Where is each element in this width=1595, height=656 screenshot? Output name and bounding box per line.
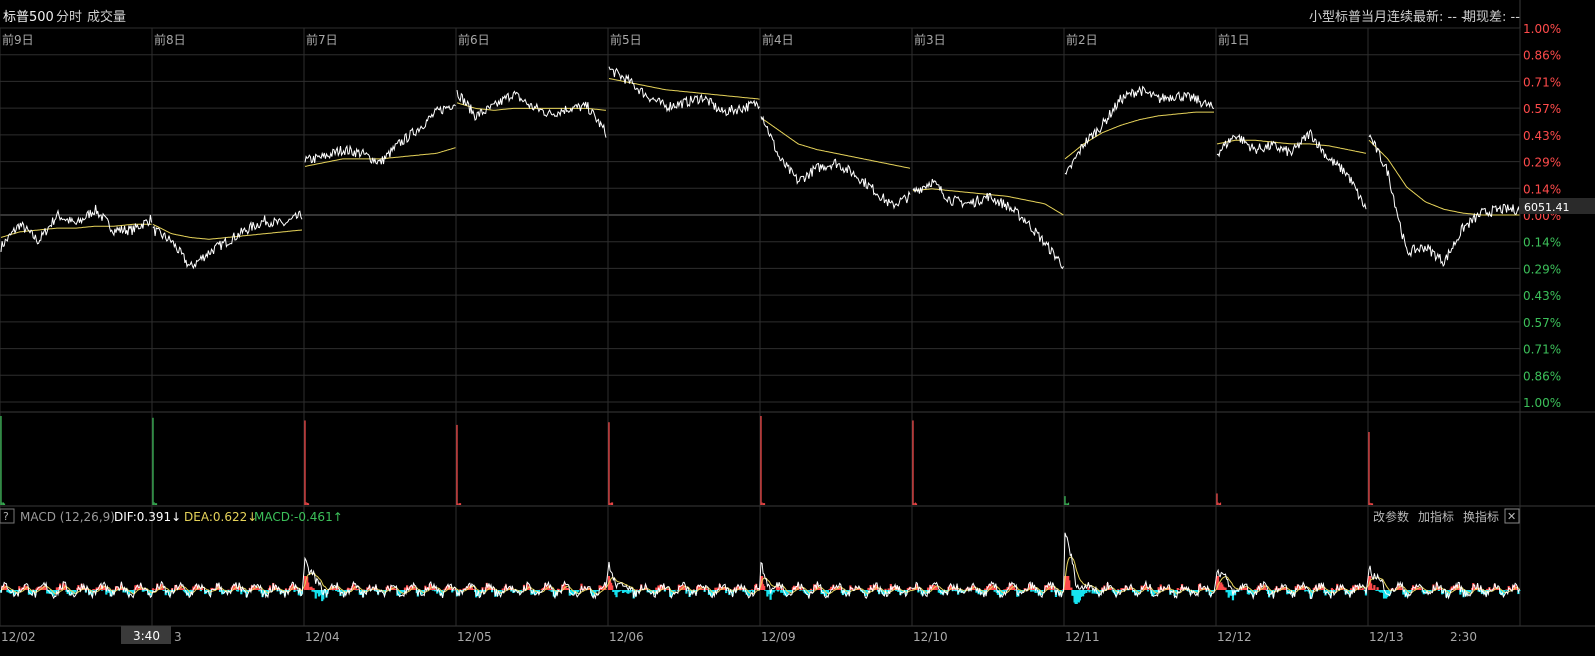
y-tick-label: 0.86%: [1523, 49, 1561, 63]
price-line: [1064, 85, 1215, 175]
y-tick-label: 1.00%: [1523, 22, 1561, 36]
y-tick-label: 1.00%: [1523, 396, 1561, 410]
average-line: [1216, 139, 1367, 154]
day-labels: 前9日 前8日 前7日 前6日 前5日 前4日 前3日 前2日 前1日: [2, 32, 1250, 47]
y-tick-label: 0.57%: [1523, 316, 1561, 330]
average-line: [152, 223, 303, 240]
y-tick-label: 0.29%: [1523, 262, 1561, 276]
macd-help-icon[interactable]: ?: [3, 510, 9, 523]
y-tick-label: 0.14%: [1523, 182, 1561, 196]
day-label: 前5日: [610, 32, 642, 47]
day-label: 前1日: [1218, 32, 1250, 47]
y-tick-label: 0.86%: [1523, 369, 1561, 383]
y-tick-label: 0.14%: [1523, 236, 1561, 250]
x-axis-labels: 12/02 12/04 12/05 12/06 12/09 12/10 12/11 12/12…: [1, 630, 1477, 644]
price-line: [1216, 128, 1367, 210]
y-tick-labels: 1.00%0.86%0.71%0.57%0.43%0.29%0.14%0.00%…: [1523, 22, 1561, 410]
x-date-label: 12/09: [761, 630, 796, 644]
day-label: 前3日: [914, 32, 946, 47]
x-time-label: 2:30: [1450, 630, 1477, 644]
close-icon[interactable]: ✕: [1507, 510, 1516, 523]
x-date-label: 12/05: [457, 630, 492, 644]
y-tick-label: 0.71%: [1523, 343, 1561, 357]
x-date-label: 12/13: [1369, 630, 1404, 644]
intraday-chart[interactable]: 前9日 前8日 前7日 前6日 前5日 前4日 前3日 前2日 前1日 1.00% 0.86% 0.…: [0, 0, 1595, 656]
x-time-label: 3: [174, 630, 182, 644]
y-tick-label: 0.43%: [1523, 129, 1561, 143]
day-label: 前6日: [458, 32, 490, 47]
crosshair-time-label: 3:40: [133, 629, 160, 643]
price-line: [456, 90, 607, 138]
macd-dea-value: DEA:0.622↓: [184, 510, 257, 524]
x-date-label: 12/04: [305, 630, 340, 644]
add-indicator-button[interactable]: 加指标: [1418, 509, 1454, 524]
average-line: [1368, 139, 1520, 216]
chart-grid: [0, 0, 1595, 627]
day-label: 前7日: [306, 32, 338, 47]
y-tick-label: 0.29%: [1523, 156, 1561, 170]
y-tick-label: 0.43%: [1523, 289, 1561, 303]
average-line: [912, 188, 1064, 216]
volume-panel: [0, 416, 1374, 505]
day-label: 前8日: [154, 32, 186, 47]
average-line: [304, 147, 456, 167]
average-line: [1064, 111, 1214, 160]
macd-hist-value: MACD:-0.461↑: [254, 510, 343, 524]
y-tick-label: 0.57%: [1523, 102, 1561, 116]
switch-indicator-button[interactable]: 换指标: [1463, 509, 1499, 524]
x-date-label: 12/12: [1217, 630, 1252, 644]
macd-label: MACD (12,26,9): [20, 510, 115, 524]
x-date-label: 12/10: [913, 630, 948, 644]
price-line: [760, 115, 911, 210]
x-date-label: 12/02: [1, 630, 36, 644]
ref-price-label: 6051.41: [1524, 201, 1570, 214]
day-label: 前9日: [2, 32, 34, 47]
y-tick-label: 0.71%: [1523, 75, 1561, 89]
change-params-button[interactable]: 改参数: [1373, 509, 1409, 524]
price-line: [912, 178, 1064, 270]
x-date-label: 12/06: [609, 630, 644, 644]
price-line: [1368, 134, 1520, 267]
x-date-label: 12/11: [1065, 630, 1100, 644]
day-label: 前4日: [762, 32, 794, 47]
macd-dif-value: DIF:0.391↓: [114, 510, 181, 524]
price-line: [152, 210, 303, 270]
day-label: 前2日: [1066, 32, 1098, 47]
